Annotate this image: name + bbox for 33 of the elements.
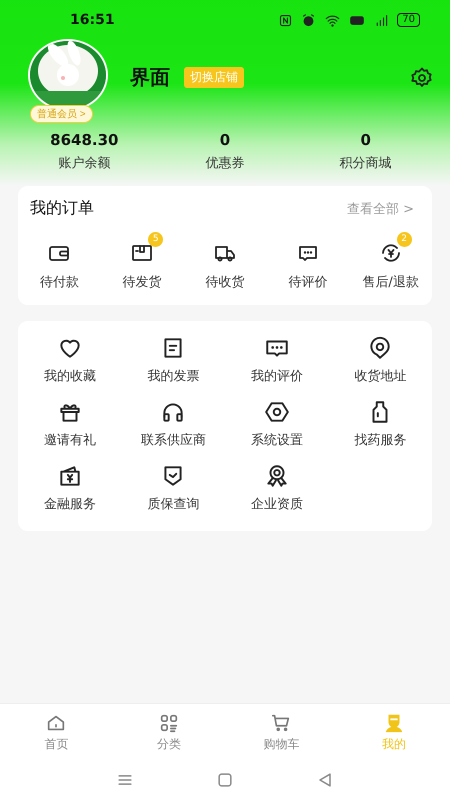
service-item[interactable]: 邀请有礼 [18, 399, 122, 449]
stat-label: 优惠券 [205, 155, 244, 172]
store-name: 界面 [130, 64, 170, 91]
stat-label: 积分商城 [340, 155, 392, 172]
service-item[interactable]: 我的收藏 [18, 335, 122, 385]
order-status-item[interactable]: 待评价 [288, 241, 328, 291]
section-title: 我的订单 [30, 198, 94, 219]
service-item[interactable]: 收货地址 [328, 335, 432, 385]
stat-value: 8648.30 [50, 131, 118, 149]
count-badge: 5 [148, 232, 164, 247]
service-item[interactable]: 金融服务 [18, 463, 122, 513]
count-badge: 2 [396, 232, 412, 247]
service-item[interactable]: 我的评价 [225, 335, 328, 385]
service-item[interactable]: 企业资质 [225, 463, 328, 513]
alarm-icon [301, 12, 316, 28]
stat-label: 账户余额 [58, 155, 110, 172]
order-status-item[interactable]: 待付款 [40, 241, 79, 291]
service-item[interactable]: 质保查询 [122, 463, 225, 513]
battery-level: 70 [397, 13, 420, 27]
service-item[interactable]: 找药服务 [328, 399, 432, 449]
order-status-item[interactable]: 待收货 [205, 241, 244, 291]
tab-bar-item[interactable]: 购物车 [225, 704, 338, 760]
service-item[interactable]: 联系供应商 [122, 399, 225, 449]
wifi-icon [324, 12, 342, 28]
tab-bar-item[interactable]: 分类 [112, 704, 225, 760]
nfc-icon [278, 12, 294, 28]
stat-value: 0 [220, 131, 230, 149]
service-item[interactable]: 系统设置 [225, 399, 328, 449]
tab-bar-item[interactable]: 首页 [0, 704, 112, 760]
status-time: 16:51 [70, 12, 115, 28]
service-item[interactable]: 我的发票 [122, 335, 225, 385]
settings-icon [410, 66, 434, 90]
stat-value: 0 [360, 131, 371, 149]
